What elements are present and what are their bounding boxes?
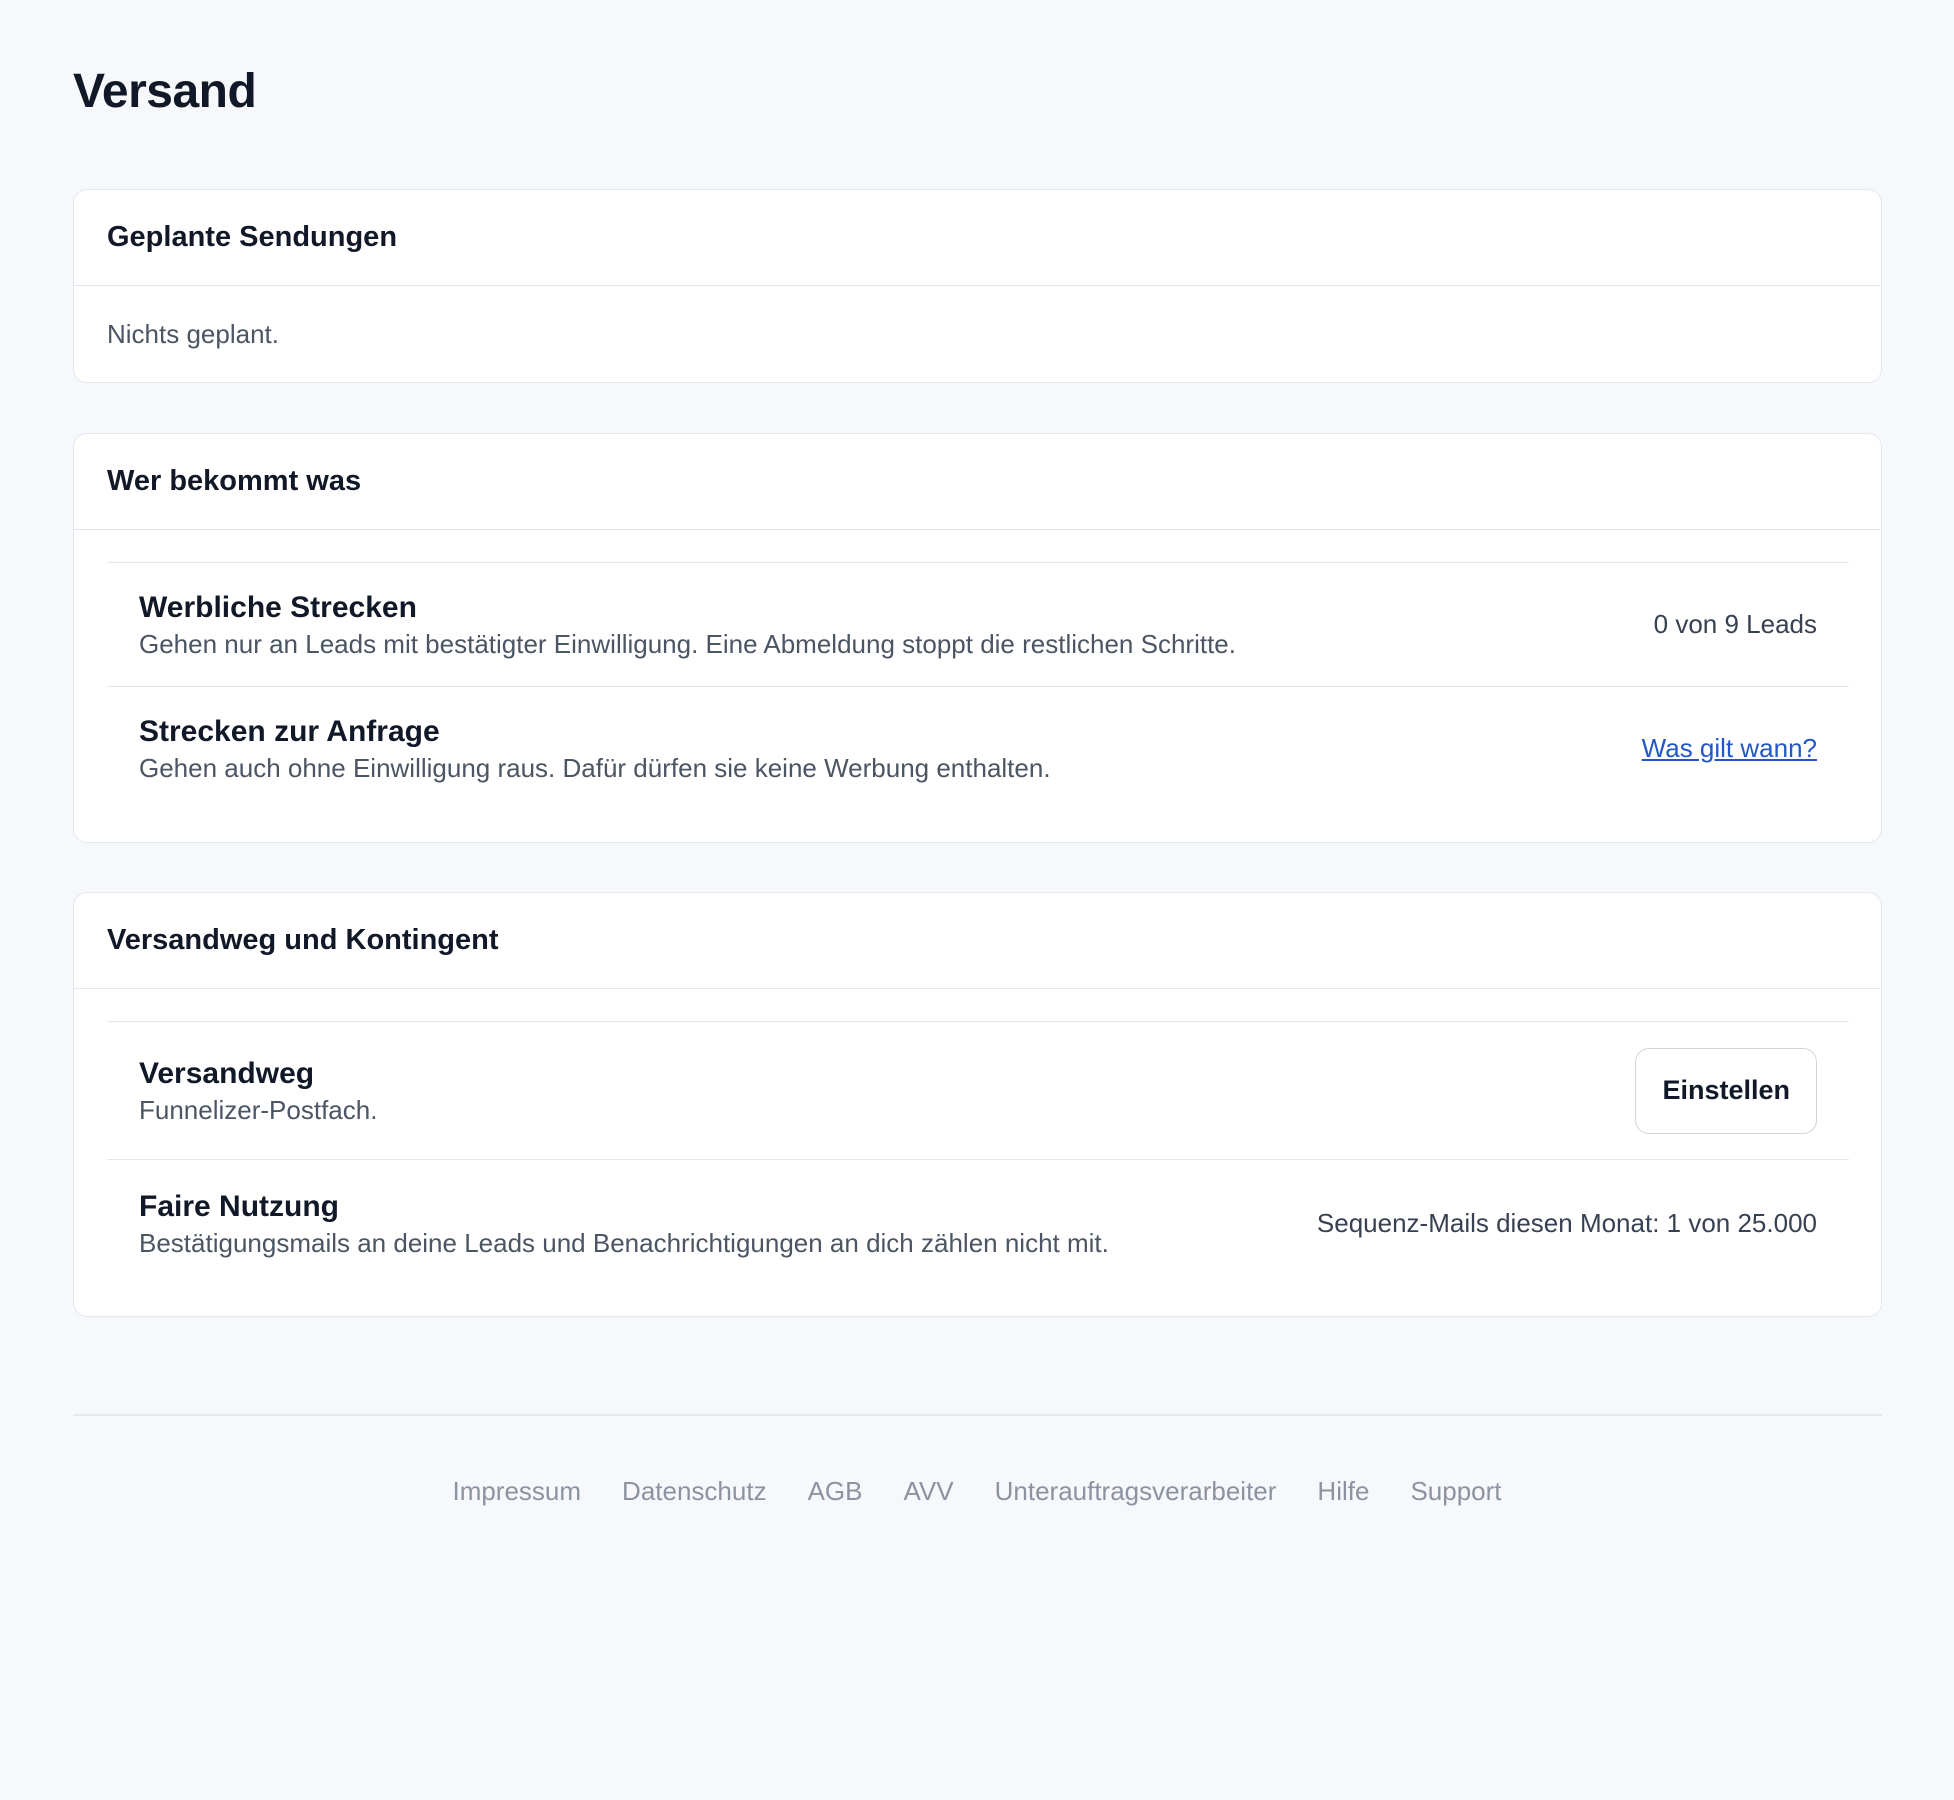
scheduled-card: Geplante Sendungen Nichts geplant. xyxy=(73,189,1882,383)
audience-card: Wer bekommt was Werbliche Strecken Gehen… xyxy=(73,433,1882,843)
row-title: Versandweg xyxy=(139,1056,315,1090)
row-description: Gehen nur an Leads mit bestätigter Einwi… xyxy=(139,628,1236,659)
configure-channel-button[interactable]: Einstellen xyxy=(1635,1047,1817,1134)
footer-link-subprocessors[interactable]: Unterauftragsverarbeiter xyxy=(995,1476,1277,1507)
audience-rows: Werbliche Strecken Gehen nur an Leads mi… xyxy=(74,530,1881,842)
monthly-quota-usage: Sequenz-Mails diesen Monat: 1 von 25.000 xyxy=(1316,1208,1817,1238)
scheduled-empty-text: Nichts geplant. xyxy=(107,318,279,349)
row-title: Faire Nutzung xyxy=(139,1189,339,1223)
delivery-row-text: Faire Nutzung Bestätigungsmails an deine… xyxy=(139,1188,1109,1260)
page-title: Versand xyxy=(73,65,257,118)
row-description: Gehen auch ohne Einwilligung raus. Dafür… xyxy=(139,752,1051,783)
footer-link-avv[interactable]: AVV xyxy=(904,1476,954,1507)
audience-row-on-request: Strecken zur Anfrage Gehen auch ohne Ein… xyxy=(107,686,1849,810)
footer-link-impressum[interactable]: Impressum xyxy=(452,1476,581,1507)
delivery-row-fair-use: Faire Nutzung Bestätigungsmails an deine… xyxy=(107,1159,1849,1287)
footer-link-support[interactable]: Support xyxy=(1410,1476,1501,1507)
delivery-row-text: Versandweg Funnelizer-Postfach. xyxy=(139,1055,377,1127)
footer-link-datenschutz[interactable]: Datenschutz xyxy=(622,1476,767,1507)
audience-row-promotional: Werbliche Strecken Gehen nur an Leads mi… xyxy=(107,562,1849,686)
row-description: Funnelizer-Postfach. xyxy=(139,1094,378,1125)
scheduled-card-title: Geplante Sendungen xyxy=(74,190,1881,286)
rules-help-link[interactable]: Was gilt wann? xyxy=(1642,733,1817,764)
footer-divider xyxy=(73,1414,1882,1416)
footer-link-agb[interactable]: AGB xyxy=(808,1476,863,1507)
delivery-row-channel: Versandweg Funnelizer-Postfach. Einstell… xyxy=(107,1021,1849,1159)
delivery-card-title: Versandweg und Kontingent xyxy=(74,893,1881,989)
row-title: Strecken zur Anfrage xyxy=(139,714,440,748)
consented-leads-count: 0 von 9 Leads xyxy=(1653,609,1817,639)
audience-card-title: Wer bekommt was xyxy=(74,434,1881,530)
audience-row-text: Werbliche Strecken Gehen nur an Leads mi… xyxy=(139,589,1236,661)
row-description: Bestätigungsmails an deine Leads und Ben… xyxy=(139,1227,1109,1258)
row-title: Werbliche Strecken xyxy=(139,590,417,624)
audience-row-text: Strecken zur Anfrage Gehen auch ohne Ein… xyxy=(139,713,1051,785)
footer-links: Impressum Datenschutz AGB AVV Unterauftr… xyxy=(0,1476,1954,1507)
footer-link-hilfe[interactable]: Hilfe xyxy=(1317,1476,1369,1507)
delivery-card: Versandweg und Kontingent Versandweg Fun… xyxy=(73,892,1882,1317)
delivery-rows: Versandweg Funnelizer-Postfach. Einstell… xyxy=(74,989,1881,1319)
